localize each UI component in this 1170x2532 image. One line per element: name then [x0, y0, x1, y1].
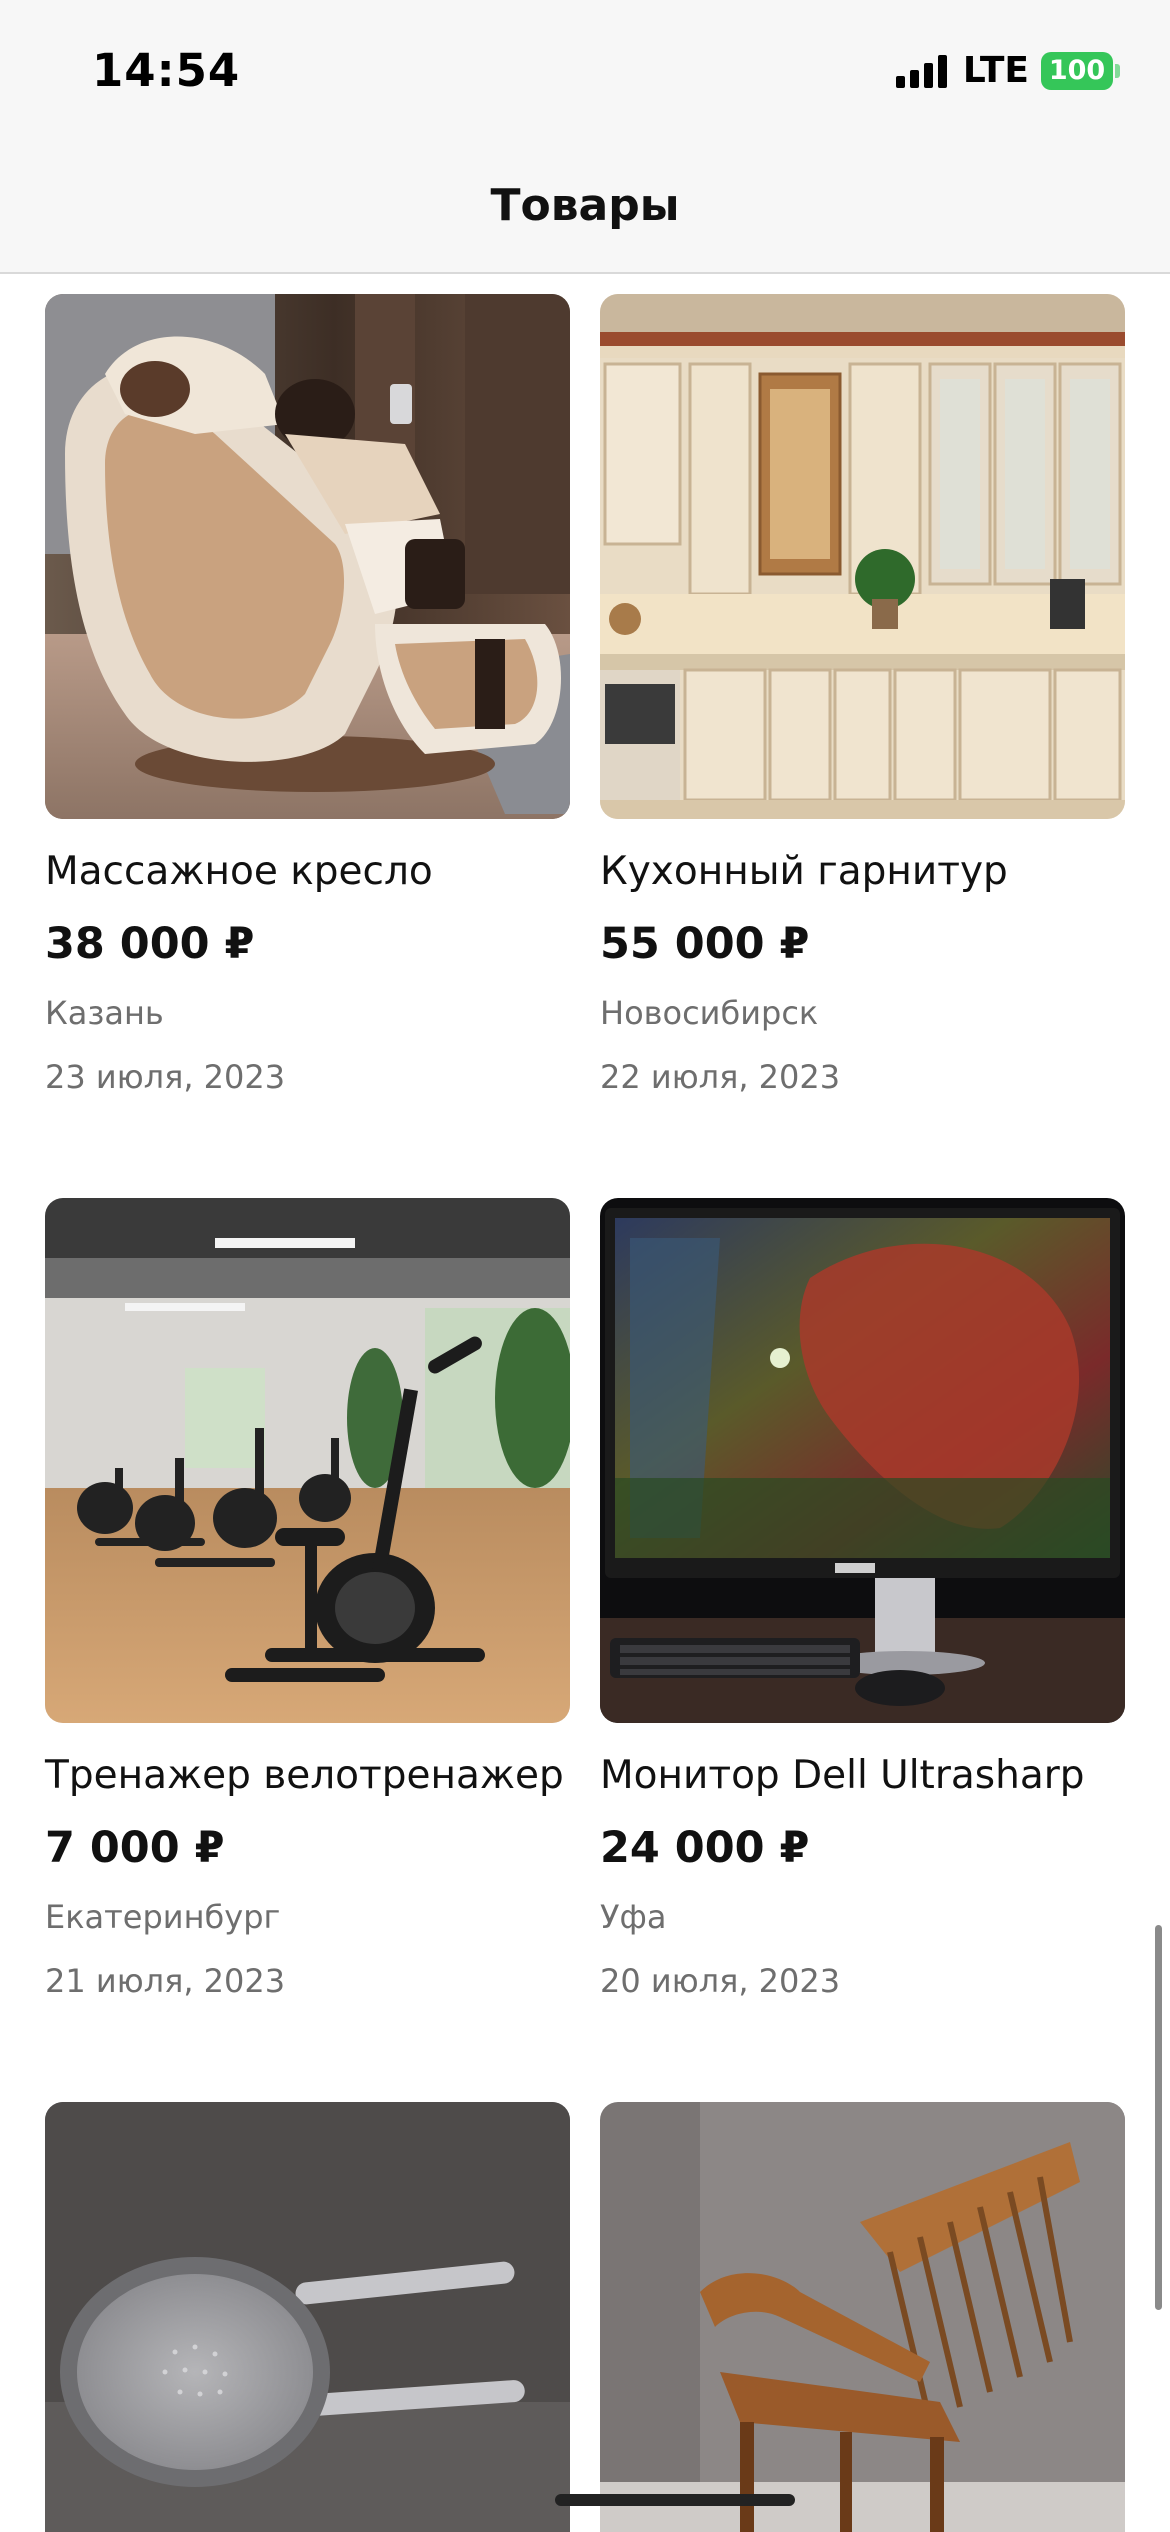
page-title: Товары: [490, 180, 680, 231]
product-city: Новосибирск: [600, 994, 819, 1032]
product-card[interactable]: Монитор Dell Ultrasharp 24 000 ₽ Уфа 20 …: [600, 1198, 1125, 2009]
nav-bar: Товары: [0, 150, 1170, 274]
battery-icon: 100: [1041, 51, 1120, 90]
product-price: 55 000 ₽: [600, 919, 810, 969]
battery-level: 100: [1041, 51, 1113, 90]
product-date: 20 июля, 2023: [600, 1962, 841, 2000]
status-indicators: LTE 100: [895, 50, 1120, 91]
product-image[interactable]: [600, 2102, 1125, 2532]
network-type: LTE: [962, 50, 1029, 91]
product-date: 22 июля, 2023: [600, 1058, 841, 1096]
product-price: 38 000 ₽: [45, 919, 255, 969]
product-image[interactable]: [45, 1198, 570, 1723]
rocking-chair-icon: [600, 2102, 1125, 2532]
status-time: 14:54: [92, 44, 241, 97]
massage-chair-icon: [45, 294, 570, 819]
product-card[interactable]: [600, 2102, 1125, 2532]
status-bar: 14:54 LTE 100: [0, 0, 1170, 150]
home-indicator[interactable]: [555, 2494, 795, 2506]
product-title: Монитор Dell Ultrasharp: [600, 1753, 1085, 1798]
product-title: Кухонный гарнитур: [600, 849, 1008, 894]
scrollbar[interactable]: [1155, 1925, 1162, 2310]
product-card[interactable]: Массажное кресло 38 000 ₽ Казань 23 июля…: [45, 294, 570, 1105]
product-title: Тренажер велотренажер: [45, 1753, 564, 1798]
exercise-bike-icon: [45, 1198, 570, 1723]
product-card[interactable]: [45, 2102, 570, 2532]
kitchen-set-icon: [600, 294, 1125, 819]
product-city: Казань: [45, 994, 164, 1032]
product-price: 7 000 ₽: [45, 1823, 225, 1873]
screen: 14:54 LTE 100 Товары Массажное кресло 38…: [0, 0, 1170, 2532]
signal-icon: [895, 54, 947, 88]
monitor-icon: [600, 1198, 1125, 1723]
product-image[interactable]: [45, 294, 570, 819]
product-card[interactable]: Кухонный гарнитур 55 000 ₽ Новосибирск 2…: [600, 294, 1125, 1105]
product-image[interactable]: [600, 294, 1125, 819]
product-date: 21 июля, 2023: [45, 1962, 286, 2000]
product-image[interactable]: [45, 2102, 570, 2532]
product-price: 24 000 ₽: [600, 1823, 810, 1873]
frying-pan-icon: [45, 2102, 570, 2532]
product-date: 23 июля, 2023: [45, 1058, 286, 1096]
product-title: Массажное кресло: [45, 849, 433, 894]
product-image[interactable]: [600, 1198, 1125, 1723]
product-card[interactable]: Тренажер велотренажер 7 000 ₽ Екатеринбу…: [45, 1198, 570, 2009]
product-city: Уфа: [600, 1898, 667, 1936]
product-grid[interactable]: Массажное кресло 38 000 ₽ Казань 23 июля…: [0, 274, 1170, 2532]
product-city: Екатеринбург: [45, 1898, 281, 1936]
